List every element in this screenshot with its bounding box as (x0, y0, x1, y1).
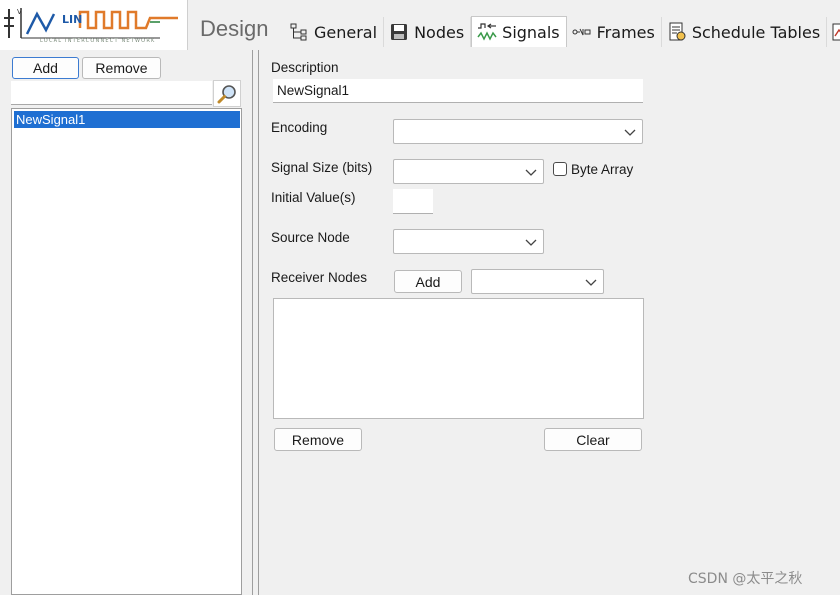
initial-value-label: Initial Value(s) (271, 190, 356, 205)
receiver-nodes-label: Receiver Nodes (271, 270, 368, 285)
clear-button[interactable]: Clear (544, 428, 642, 451)
app-logo: V LIN LOCAL INTERCONNECT NETWORK (0, 0, 188, 50)
tab-nodes[interactable]: Nodes (384, 17, 472, 47)
remove-receiver-button[interactable]: Remove (274, 428, 362, 451)
remove-signal-button[interactable]: Remove (82, 57, 161, 79)
tab-bar: General Nodes Signals Frames Schedule Ta… (284, 16, 840, 47)
description-label: Description (271, 60, 339, 75)
chart-icon (832, 23, 840, 41)
logo-text: LIN (62, 13, 83, 26)
signal-size-dropdown[interactable] (393, 159, 544, 184)
frames-icon (572, 28, 591, 36)
chevron-down-icon (585, 279, 597, 286)
source-node-dropdown[interactable] (393, 229, 544, 254)
tab-signals-label: Signals (502, 22, 560, 42)
add-receiver-button[interactable]: Add (394, 270, 462, 293)
add-signal-button[interactable]: Add (12, 57, 79, 79)
description-field[interactable] (273, 79, 643, 103)
tab-general-label: General (314, 22, 378, 42)
signal-size-label: Signal Size (bits) (271, 160, 373, 175)
tab-schedule-tables[interactable]: Schedule Tables (661, 17, 828, 47)
schedule-icon (669, 22, 686, 41)
encoding-label: Encoding (271, 120, 328, 135)
chevron-down-icon (525, 239, 537, 246)
list-item[interactable]: NewSignal1 (14, 111, 240, 128)
tab-frames-label: Frames (596, 22, 655, 42)
byte-array-label: Byte Array (571, 162, 634, 177)
tab-schedule-tables-label: Schedule Tables (691, 22, 821, 42)
search-button[interactable] (213, 80, 241, 107)
tab-frames[interactable]: Frames (566, 17, 662, 47)
floppy-icon (391, 24, 408, 40)
search-input[interactable] (11, 81, 212, 105)
search-icon (217, 84, 236, 103)
receiver-node-dropdown[interactable] (471, 269, 604, 294)
initial-value-field[interactable] (393, 189, 433, 214)
byte-array-checkbox[interactable] (553, 162, 567, 176)
page-title: Design (200, 16, 269, 41)
receiver-nodes-list[interactable] (273, 298, 644, 419)
hierarchy-icon (290, 23, 307, 41)
tab-signals[interactable]: Signals (471, 16, 567, 47)
source-node-label: Source Node (271, 230, 350, 245)
tab-overflow[interactable] (827, 17, 840, 47)
chevron-down-icon (525, 169, 537, 176)
watermark: CSDN @太平之秋 (688, 571, 803, 587)
panel-splitter[interactable] (250, 50, 260, 595)
signals-icon (477, 23, 497, 41)
tab-general[interactable]: General (284, 17, 385, 47)
signal-list[interactable]: NewSignal1 (11, 108, 242, 595)
logo-tagline: LOCAL INTERCONNECT NETWORK (40, 38, 156, 44)
chevron-down-icon (624, 129, 636, 136)
tab-nodes-label: Nodes (414, 22, 465, 42)
encoding-dropdown[interactable] (393, 119, 643, 144)
